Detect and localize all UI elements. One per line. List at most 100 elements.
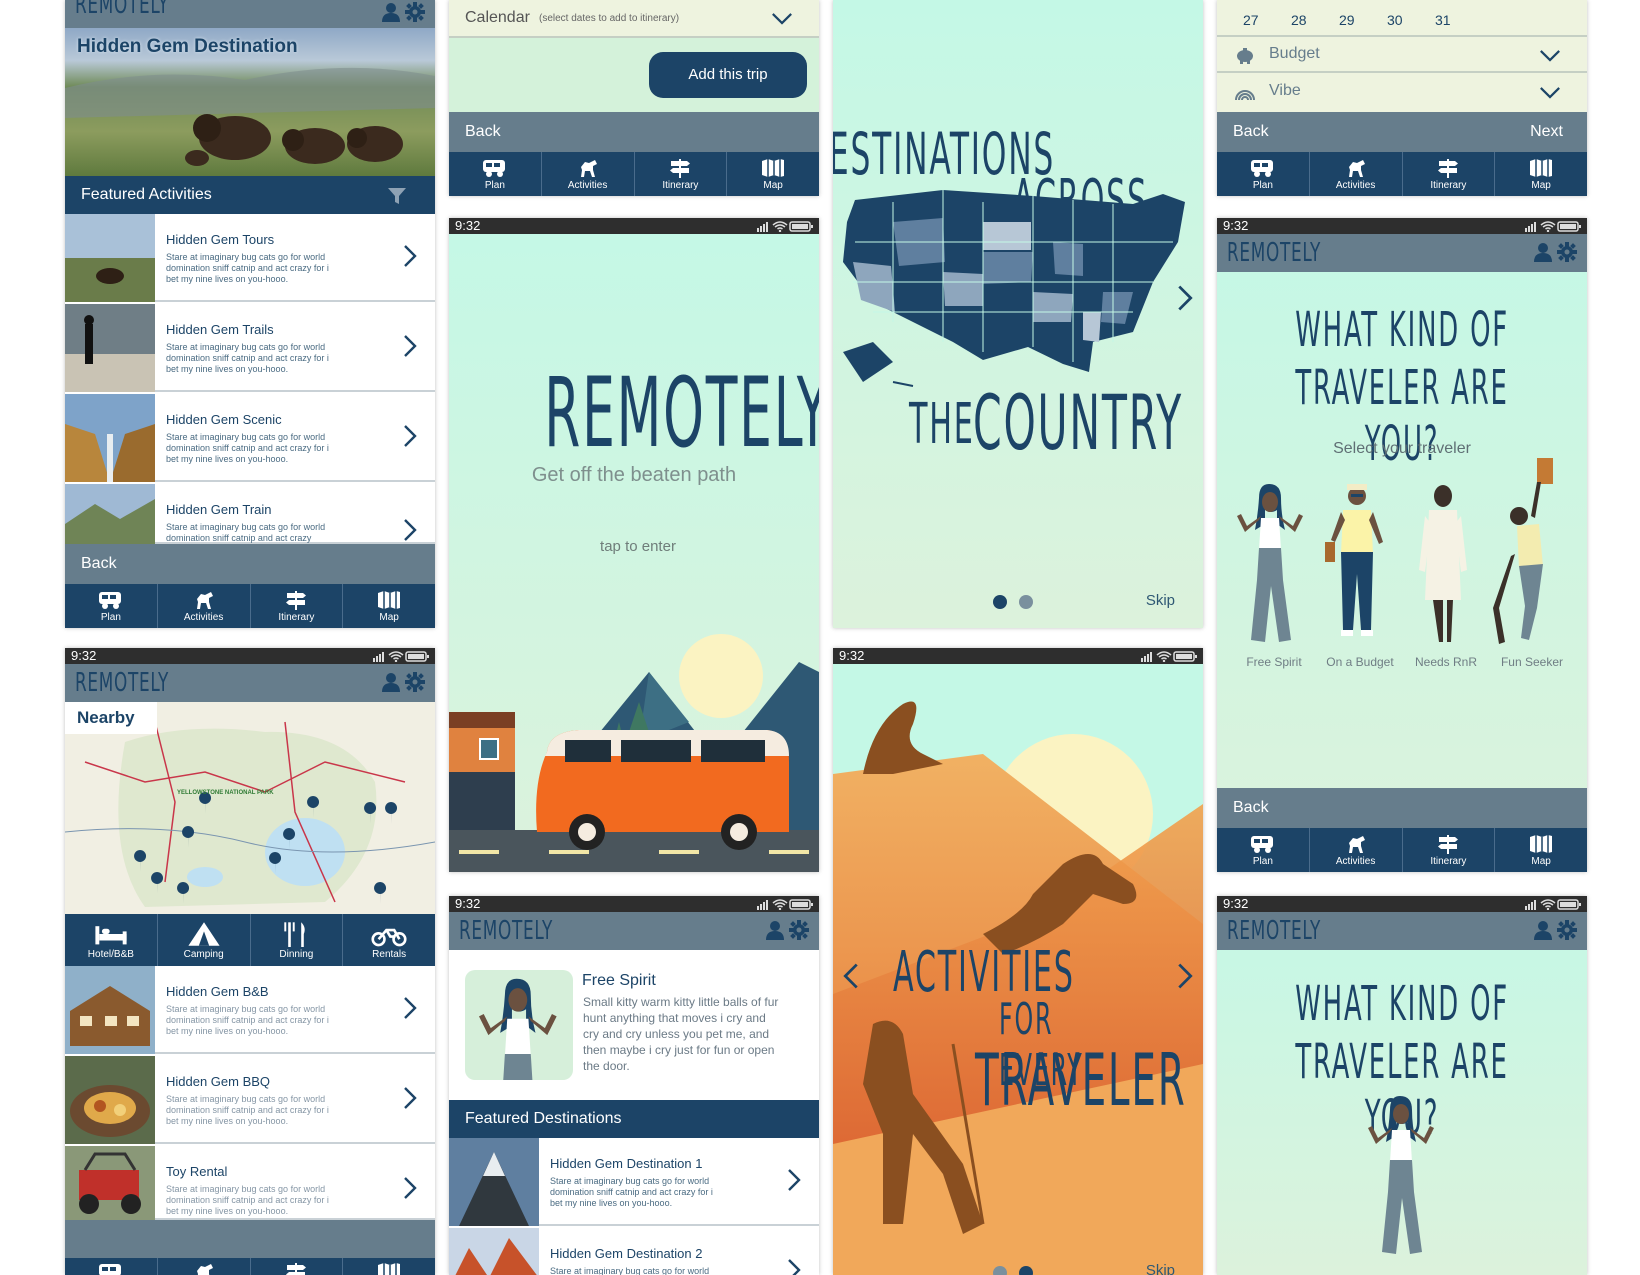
chevron-right-icon[interactable]	[1177, 284, 1193, 312]
calendar-date[interactable]: 27	[1243, 12, 1291, 28]
traveler-option[interactable]: Fun Seeker	[1489, 458, 1575, 670]
chevron-left-icon[interactable]	[843, 962, 859, 990]
nav-activities[interactable]	[158, 1258, 251, 1275]
calendar-date[interactable]: 30	[1387, 12, 1435, 28]
nav-plan[interactable]: Plan	[1217, 152, 1310, 196]
status-bar: 9:32	[449, 218, 819, 234]
back-button[interactable]: Back	[1233, 123, 1269, 140]
signal-icons	[1525, 898, 1581, 910]
screen-traveler-detail: 9:32 REMOTELY Free Spirit Small kitty wa…	[449, 896, 819, 1275]
category-hotel[interactable]: Hotel/B&B	[65, 914, 158, 966]
account-settings-icons[interactable]	[1533, 920, 1579, 942]
nav-plan[interactable]	[65, 1258, 158, 1275]
page-dot[interactable]	[1019, 595, 1033, 609]
nav-plan[interactable]: Plan	[449, 152, 542, 196]
list-item[interactable]: Hidden Gem Destination 1 Stare at imagin…	[449, 1138, 819, 1226]
thumbnail-image	[65, 394, 155, 482]
horse-icon	[191, 590, 217, 610]
calendar-hint: (select dates to add to itinerary)	[539, 13, 680, 24]
tagline: Get off the beaten path	[531, 464, 737, 486]
list-item[interactable]: Hidden Gem Trails Stare at imaginary bug…	[65, 304, 435, 392]
traveler-description: Small kitty warm kitty little balls of f…	[583, 995, 779, 1073]
nav-map[interactable]	[343, 1258, 435, 1275]
chevron-right-icon[interactable]	[1177, 962, 1193, 990]
nav-map[interactable]: Map	[1495, 152, 1587, 196]
item-description: Stare at imaginary bug cats go for world…	[550, 1176, 713, 1208]
calendar-date[interactable]: 29	[1339, 12, 1387, 28]
traveler-option[interactable]: On a Budget	[1317, 480, 1403, 670]
item-title: Hidden Gem Scenic	[166, 412, 282, 427]
horse-icon	[1343, 158, 1369, 178]
calendar-date[interactable]: 28	[1291, 12, 1339, 28]
van-icon	[98, 590, 124, 610]
traveler-option[interactable]: Free Spirit	[1231, 480, 1317, 670]
add-trip-button[interactable]: Add this trip	[649, 52, 807, 98]
fun-seeker-figure	[1493, 458, 1553, 644]
nav-label: Itinerary	[1430, 179, 1467, 191]
list-item[interactable]: Hidden Gem Scenic Stare at imaginary bug…	[65, 394, 435, 482]
nav-itinerary[interactable]: Itinerary	[1403, 828, 1496, 872]
back-button[interactable]: Back	[81, 555, 117, 572]
chevron-right-icon[interactable]	[787, 1168, 801, 1192]
page-dot-active[interactable]	[1019, 1266, 1033, 1275]
category-camping[interactable]: Camping	[158, 914, 251, 966]
filter-icon[interactable]	[387, 186, 407, 206]
category-rentals[interactable]: Rentals	[343, 914, 435, 966]
back-bar: Back	[1217, 788, 1587, 828]
list-item[interactable]: Toy Rental Stare at imaginary bug cats g…	[65, 1146, 435, 1220]
traveler-option[interactable]: Needs RnR	[1403, 480, 1489, 670]
chevron-right-icon[interactable]	[403, 1086, 417, 1110]
nav-map[interactable]: Map	[343, 584, 435, 628]
account-settings-icons[interactable]	[765, 920, 811, 942]
nav-map[interactable]: Map	[1495, 828, 1587, 872]
nav-itinerary[interactable]: Itinerary	[1403, 152, 1496, 196]
nav-plan[interactable]: Plan	[65, 584, 158, 628]
calendar-date[interactable]: 31	[1435, 12, 1483, 28]
page-dot-active[interactable]	[993, 595, 1007, 609]
chevron-right-icon[interactable]	[403, 334, 417, 358]
list-item[interactable]: Hidden Gem Destination 2 Stare at imagin…	[449, 1228, 819, 1275]
chevron-right-icon[interactable]	[403, 244, 417, 268]
list-item[interactable]: Hidden Gem B&B Stare at imaginary bug ca…	[65, 966, 435, 1054]
list-item[interactable]: Hidden Gem Train Stare at imaginary bug …	[65, 484, 435, 544]
back-button[interactable]: Back	[1233, 799, 1269, 816]
nav-itinerary[interactable]: Itinerary	[635, 152, 728, 196]
calendar-dropdown[interactable]: Calendar (select dates to add to itinera…	[449, 0, 819, 38]
skip-button[interactable]: Skip	[1146, 1262, 1175, 1275]
nav-activities[interactable]: Activities	[158, 584, 251, 628]
vibe-dropdown[interactable]: Vibe	[1217, 73, 1587, 111]
nav-itinerary[interactable]: Itinerary	[251, 584, 344, 628]
chevron-right-icon[interactable]	[787, 1258, 801, 1275]
chevron-right-icon[interactable]	[403, 1176, 417, 1200]
next-button[interactable]: Next	[1530, 112, 1563, 152]
list-item[interactable]: Hidden Gem BBQ Stare at imaginary bug ca…	[65, 1056, 435, 1144]
map-view[interactable]: YELLOWSTONE NATIONAL PARK Nearby	[65, 702, 435, 914]
back-button[interactable]: Back	[465, 123, 501, 140]
list-item[interactable]: Hidden Gem Tours Stare at imaginary bug …	[65, 214, 435, 302]
item-description: Stare at imaginary bug cats go for world…	[166, 342, 329, 374]
screen-splash[interactable]: 9:32 REMOTELY Get off the beaten path ta…	[449, 218, 819, 872]
chevron-right-icon[interactable]	[403, 518, 417, 542]
account-settings-icons[interactable]	[381, 2, 427, 24]
chevron-right-icon[interactable]	[403, 424, 417, 448]
featured-destinations-header: Featured Destinations	[449, 1100, 819, 1138]
status-time: 9:32	[455, 218, 481, 233]
category-label: Camping	[183, 948, 224, 960]
map-icon	[376, 1262, 402, 1275]
nav-activities[interactable]: Activities	[542, 152, 635, 196]
account-settings-icons[interactable]	[381, 672, 427, 694]
tap-to-enter[interactable]: tap to enter	[457, 538, 819, 555]
nav-map[interactable]: Map	[727, 152, 819, 196]
nav-activities[interactable]: Activities	[1310, 828, 1403, 872]
page-dot[interactable]	[993, 1266, 1007, 1275]
category-dining[interactable]: Dinning	[251, 914, 344, 966]
budget-dropdown[interactable]: Budget	[1217, 35, 1587, 73]
chevron-right-icon[interactable]	[403, 996, 417, 1020]
nav-itinerary[interactable]	[251, 1258, 344, 1275]
account-settings-icons[interactable]	[1533, 242, 1579, 264]
signal-icons	[1525, 220, 1581, 232]
nav-activities[interactable]: Activities	[1310, 152, 1403, 196]
skip-button[interactable]: Skip	[1146, 592, 1175, 609]
usa-map-illustration	[843, 190, 1185, 387]
nav-plan[interactable]: Plan	[1217, 828, 1310, 872]
